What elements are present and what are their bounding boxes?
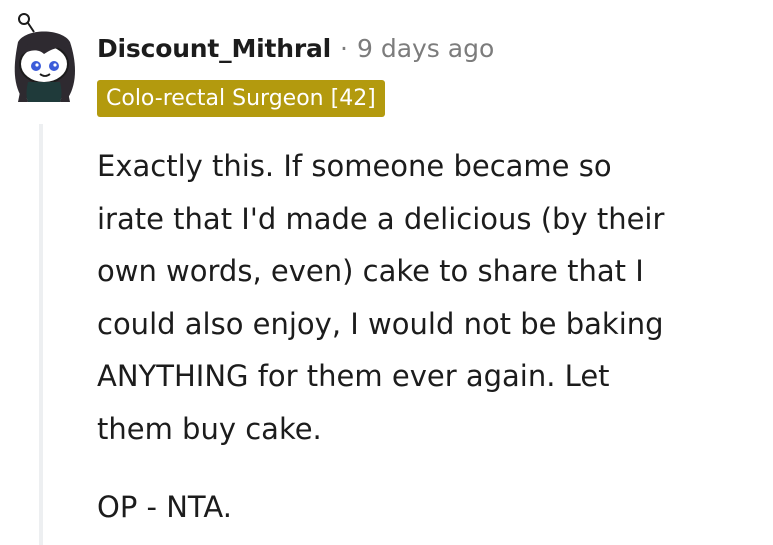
comment-header: Discount_Mithral · 9 days ago: [97, 30, 494, 66]
comment-paragraph: OP - NTA.: [97, 490, 232, 524]
user-flair: Colo-rectal Surgeon [42]: [97, 80, 385, 117]
snoo-avatar-icon: [14, 13, 75, 102]
comment-paragraph: Exactly this. If someone became so irate…: [97, 149, 665, 446]
comment-body: Exactly this. If someone became so irate…: [97, 140, 757, 534]
avatar[interactable]: [4, 12, 84, 104]
username-link[interactable]: Discount_Mithral: [97, 34, 331, 63]
thread-collapse-line[interactable]: [39, 124, 43, 545]
meta-separator: ·: [340, 33, 348, 63]
timestamp-link[interactable]: 9 days ago: [357, 34, 494, 63]
